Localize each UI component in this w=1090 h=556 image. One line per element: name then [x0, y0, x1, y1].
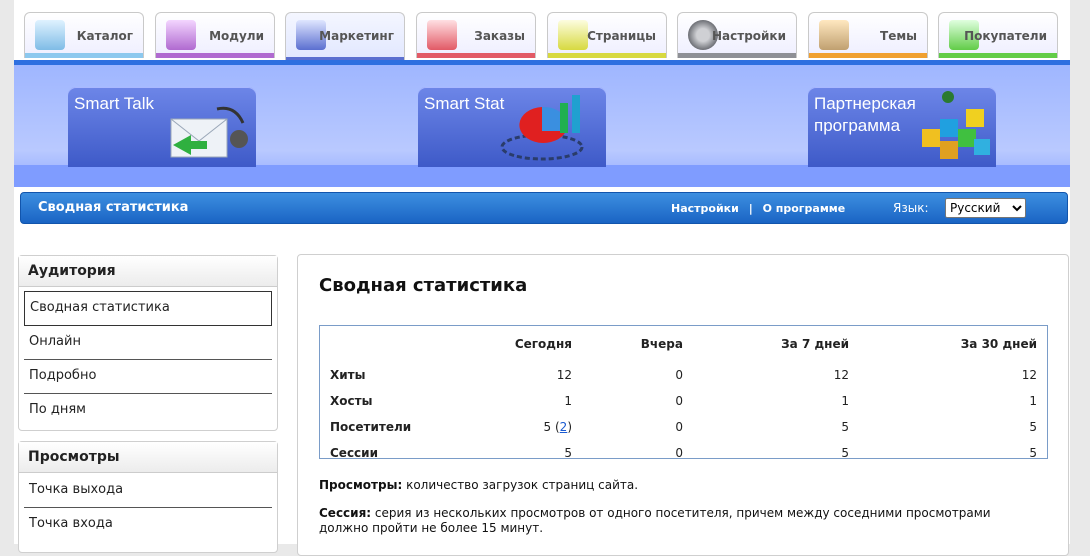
tab-label: Заказы	[474, 29, 525, 43]
link-separator: |	[748, 202, 753, 215]
cell-value: 5	[841, 420, 849, 434]
smart-talk-icon	[170, 106, 248, 158]
language-select[interactable]: Русский	[945, 198, 1026, 218]
row-label: Хиты	[330, 368, 366, 382]
promo-partner-program[interactable]: Партнерская программа	[808, 87, 996, 167]
catalog-icon	[35, 20, 65, 50]
row-label: Сессии	[330, 446, 378, 460]
cell-value-visitors-today: 5 (2)	[543, 420, 572, 434]
orders-icon	[427, 20, 457, 50]
visitors-today-link[interactable]: 2	[560, 420, 568, 434]
main-panel: Сводная статистика Сегодня Вчера За 7 дн…	[297, 254, 1069, 556]
tab-label: Покупатели	[964, 29, 1047, 43]
main-tabs: Каталог Модули Маркетинг Заказы Страницы…	[14, 0, 1070, 72]
table-row: Хиты 12 0 12 12	[320, 362, 1047, 388]
cell-value: 0	[675, 420, 683, 434]
marketing-banner: Smart Talk Smart Stat Партнерская програ…	[14, 65, 1070, 187]
row-label: Посетители	[330, 420, 412, 434]
cell-value: 1	[564, 394, 572, 408]
promo-title: Smart Stat	[424, 94, 505, 113]
table-row: Хосты 1 0 1 1	[320, 388, 1047, 414]
cell-value: 0	[675, 394, 683, 408]
sidebar-item-detailed[interactable]: Подробно	[24, 360, 272, 394]
cell-value: 5	[1029, 420, 1037, 434]
tab-customers[interactable]: Покупатели	[938, 12, 1058, 58]
table-header-row: Сегодня Вчера За 7 дней За 30 дней	[320, 326, 1047, 362]
sidebar-views: Просмотры Точка выхода Точка входа	[18, 441, 278, 553]
themes-icon	[819, 20, 849, 50]
cell-value: 1	[1029, 394, 1037, 408]
cell-value: 12	[1021, 368, 1037, 382]
cell-value: 5	[564, 446, 572, 460]
sidebar-item-by-days[interactable]: По дням	[24, 394, 272, 427]
table-row: Посетители 5 (2) 0 5 5	[320, 414, 1047, 440]
tab-label: Каталог	[76, 29, 133, 43]
sidebar-audience-title: Аудитория	[19, 256, 277, 287]
about-link[interactable]: О программе	[763, 202, 846, 215]
tab-pages[interactable]: Страницы	[547, 12, 667, 58]
sidebar-item-summary[interactable]: Сводная статистика	[24, 291, 272, 326]
column-header-yesterday: Вчера	[640, 337, 683, 351]
sidebar-item-exit-point[interactable]: Точка выхода	[24, 474, 272, 508]
definition-session: Сессия: серия из нескольких просмотров о…	[319, 506, 1019, 536]
tab-label: Настройки	[711, 29, 786, 43]
section-header-bar: Сводная статистика Настройки | О програм…	[20, 192, 1068, 224]
tab-label: Страницы	[587, 29, 656, 43]
promo-smart-stat[interactable]: Smart Stat	[418, 87, 606, 167]
page-title: Сводная статистика	[319, 275, 528, 296]
smart-stat-icon	[500, 95, 584, 161]
promo-title: Smart Talk	[74, 94, 154, 113]
tab-label: Маркетинг	[319, 29, 394, 43]
definition-views: Просмотры: количество загрузок страниц с…	[319, 478, 1019, 493]
section-title: Сводная статистика	[38, 200, 189, 215]
cell-value: 12	[556, 368, 572, 382]
column-header-today: Сегодня	[514, 337, 572, 351]
tab-settings[interactable]: Настройки	[677, 12, 797, 58]
definition-term: Сессия:	[319, 506, 372, 520]
tab-orders[interactable]: Заказы	[416, 12, 536, 58]
cell-value: 5	[841, 446, 849, 460]
pages-icon	[558, 20, 588, 50]
row-label: Хосты	[330, 394, 373, 408]
admin-window: Каталог Модули Маркетинг Заказы Страницы…	[14, 0, 1070, 556]
column-header	[320, 326, 451, 362]
summary-stats-table: Сегодня Вчера За 7 дней За 30 дней Хиты …	[319, 325, 1048, 460]
promo-smart-talk[interactable]: Smart Talk	[68, 87, 256, 167]
sidebar-item-online[interactable]: Онлайн	[24, 326, 272, 360]
definition-text: количество загрузок страниц сайта.	[402, 478, 639, 492]
tab-label: Модули	[209, 29, 264, 43]
language-label: Язык:	[893, 201, 929, 215]
tab-themes[interactable]: Темы	[808, 12, 928, 58]
modules-icon	[166, 20, 196, 50]
sidebar-audience: Аудитория Сводная статистика Онлайн Подр…	[18, 255, 278, 431]
cell-value: 1	[841, 394, 849, 408]
visitors-today-count: 5	[543, 420, 552, 434]
settings-link[interactable]: Настройки	[671, 202, 739, 215]
partner-program-icon	[922, 91, 990, 159]
column-header-7-days: За 7 дней	[781, 337, 849, 351]
table-row: Сессии 5 0 5 5	[320, 440, 1047, 466]
tab-label: Темы	[880, 29, 917, 43]
column-header-30-days: За 30 дней	[960, 337, 1037, 351]
tab-modules[interactable]: Модули	[155, 12, 275, 58]
tab-catalog[interactable]: Каталог	[24, 12, 144, 58]
sidebar-item-entry-point[interactable]: Точка входа	[24, 508, 272, 541]
definition-term: Просмотры:	[319, 478, 403, 492]
cell-value: 12	[833, 368, 849, 382]
cell-value: 0	[675, 446, 683, 460]
definition-text: серия из нескольких просмотров от одного…	[319, 506, 991, 535]
cell-value: 5	[1029, 446, 1037, 460]
sidebar-views-title: Просмотры	[19, 442, 277, 473]
cell-value: 0	[675, 368, 683, 382]
